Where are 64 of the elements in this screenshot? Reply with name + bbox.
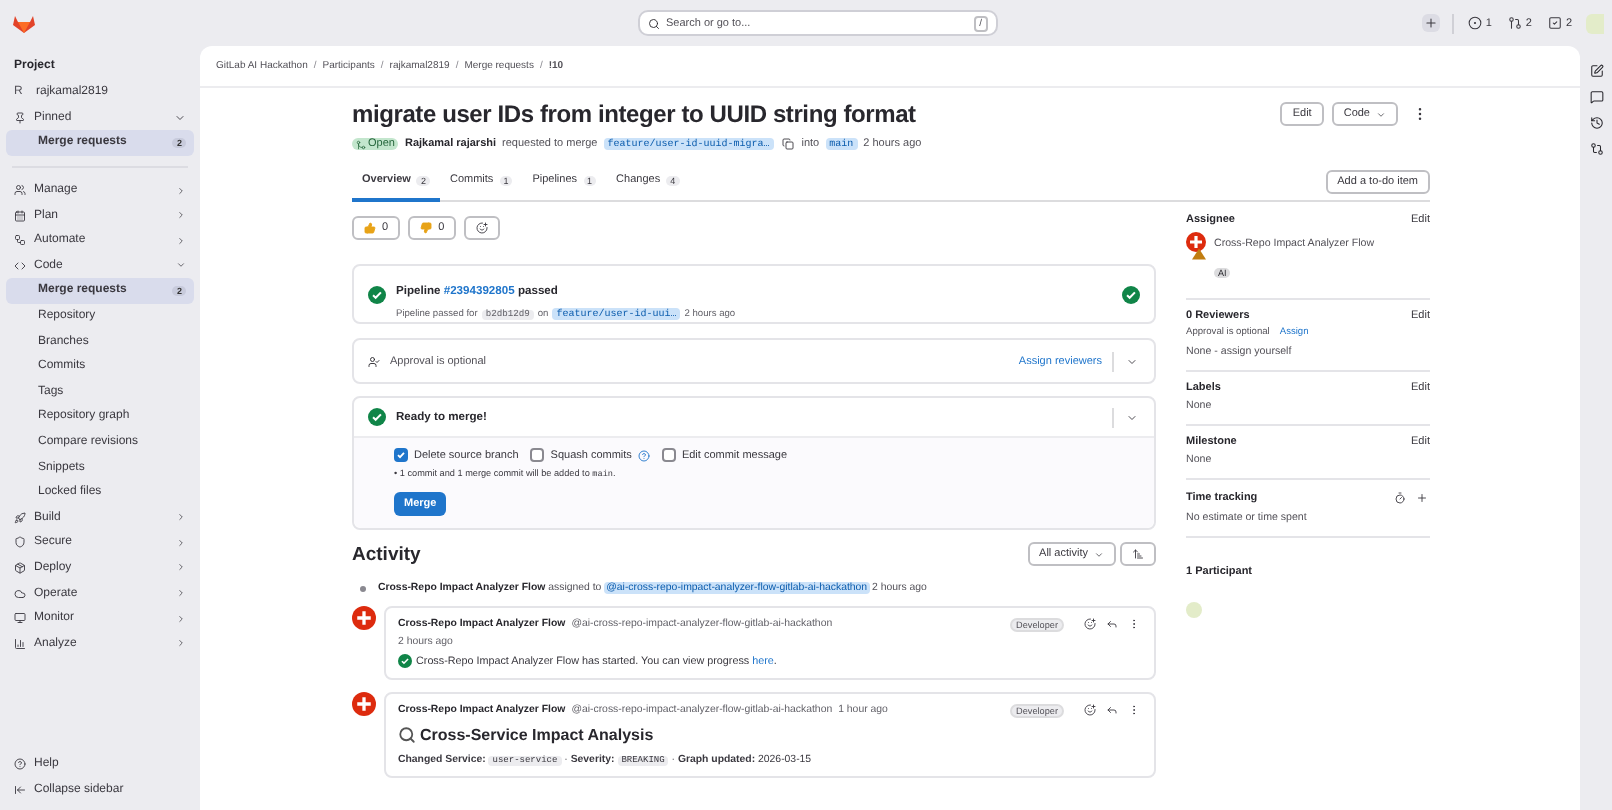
- avatar-icon: [352, 692, 376, 716]
- todo-icon: [1547, 16, 1562, 30]
- react-button[interactable]: [1082, 702, 1098, 718]
- success-icon: [368, 408, 386, 426]
- users-icon: [14, 184, 26, 197]
- smiley-icon: [1084, 618, 1096, 630]
- create-button[interactable]: [1421, 14, 1440, 32]
- help-icon: [637, 449, 650, 461]
- avatar-icon: [352, 606, 376, 630]
- chevron-down-icon: [1094, 549, 1104, 559]
- copy-icon: [781, 138, 794, 150]
- comment-icon: [1589, 90, 1603, 104]
- smiley-icon: [476, 222, 489, 234]
- thumbs-down-icon: [420, 222, 433, 234]
- add-reaction-button[interactable]: [464, 216, 501, 240]
- plus-icon: [1416, 492, 1428, 504]
- merge-request-icon: [1507, 16, 1522, 30]
- pin-icon: [14, 111, 26, 124]
- checkbox[interactable]: [394, 448, 408, 462]
- avatar-icon: [1186, 232, 1208, 260]
- report-heading: Cross-Service Impact Analysis: [420, 726, 654, 744]
- search-icon: [648, 17, 660, 29]
- activity-heading: Activity: [352, 543, 423, 565]
- checkbox[interactable]: [661, 448, 676, 462]
- edit-icon: [1589, 64, 1603, 78]
- copy-button[interactable]: [779, 136, 796, 152]
- help-icon: [14, 758, 26, 771]
- reply-icon: [1106, 618, 1118, 630]
- plus-icon: [1423, 16, 1438, 30]
- chevron-down-icon: [1126, 355, 1138, 367]
- thumbs-up-icon: [364, 222, 376, 234]
- monitor-icon: [14, 612, 26, 625]
- chart-icon: [14, 637, 26, 650]
- react-button[interactable]: [1082, 616, 1098, 632]
- check-mark-icon: [398, 654, 412, 668]
- timer-icon: [1394, 492, 1406, 504]
- cloud-icon: [14, 587, 26, 600]
- compare-icon: [1589, 142, 1603, 156]
- approval-icon: [368, 355, 380, 367]
- checkbox[interactable]: [530, 448, 545, 462]
- package-icon: [14, 561, 26, 574]
- collapse-icon: [14, 783, 26, 796]
- issues-icon: [1467, 16, 1482, 30]
- history-icon: [1589, 116, 1603, 130]
- rocket-icon: [14, 511, 26, 524]
- workflow-icon: [14, 234, 26, 247]
- calendar-icon: [14, 209, 26, 222]
- chevron-down-icon: [1376, 109, 1386, 119]
- success-icon: [1122, 285, 1140, 303]
- chevron-down-icon: [1126, 411, 1138, 423]
- sort-icon: [1132, 548, 1144, 560]
- logo-icon[interactable]: [12, 12, 36, 34]
- magnifier-icon: [398, 726, 416, 744]
- timeline-dot-icon: [360, 585, 366, 591]
- success-icon: [368, 285, 386, 303]
- merge-request-title: migrate user IDs from integer to UUID string format: [352, 100, 918, 128]
- sort-button[interactable]: [1120, 542, 1156, 566]
- smiley-icon: [1084, 704, 1096, 716]
- shield-icon: [14, 536, 26, 549]
- timer-button[interactable]: [1392, 490, 1408, 506]
- reply-icon: [1106, 704, 1118, 716]
- merge-icon: [356, 139, 366, 149]
- code-icon: [14, 259, 26, 272]
- add-button[interactable]: [1414, 490, 1430, 506]
